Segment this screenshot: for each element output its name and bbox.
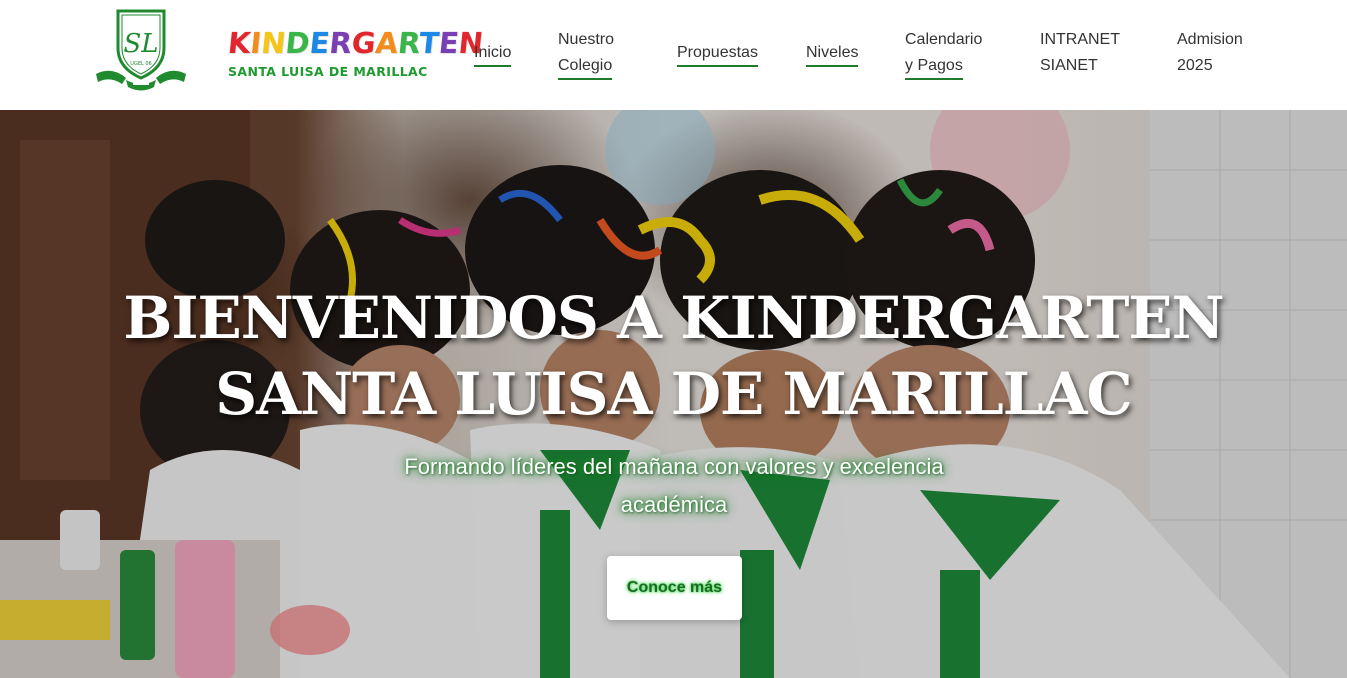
crest-ugel: UGEL 06 (130, 61, 151, 67)
brand-subtitle: SANTA LUISA DE MARILLAC (228, 64, 428, 79)
school-crest-logo[interactable]: SL UGEL 06 (92, 8, 190, 92)
nav-inicio[interactable]: Inicio (474, 40, 512, 67)
nav-admision-line2: 2025 (1177, 57, 1213, 74)
hero-banner: BIENVENIDOS A KINDERGARTEN SANTA LUISA D… (0, 110, 1347, 678)
site-header: SL UGEL 06 KINDERGARTEN SANTA LUISA DE M… (0, 0, 1347, 110)
nav-niveles[interactable]: Niveles (806, 40, 859, 67)
nav-intranet-line1: INTRANET (1040, 31, 1120, 48)
brand-letter: D (283, 26, 312, 60)
nav-niveles-label: Niveles (806, 41, 859, 67)
nav-nuestro-colegio-line2: Colegio (558, 54, 613, 80)
nav-propuestas-label: Propuestas (677, 41, 758, 67)
nav-nuestro-colegio-line1: Nuestro (558, 31, 615, 48)
nav-inicio-label: Inicio (474, 41, 512, 67)
brand-letter: N (259, 26, 288, 60)
nav-propuestas[interactable]: Propuestas (677, 40, 758, 67)
nav-intranet-line2: SIANET (1040, 57, 1098, 74)
nav-calendario-line2: y Pagos (905, 54, 963, 80)
crest-initials: SL (123, 29, 158, 59)
nav-calendario-pagos[interactable]: Calendario y Pagos (905, 27, 982, 80)
nav-calendario-line1: Calendario (905, 31, 983, 48)
nav-admision-2025[interactable]: Admision 2025 (1177, 27, 1243, 79)
kindergarten-brand-logo[interactable]: KINDERGARTEN SANTA LUISA DE MARILLAC (226, 26, 485, 86)
conoce-mas-button[interactable]: Conoce más (607, 556, 742, 620)
brand-wordmark: KINDERGARTEN (226, 26, 485, 60)
nav-admision-line1: Admision (1177, 31, 1243, 48)
nav-intranet-sianet[interactable]: INTRANET SIANET (1040, 27, 1120, 79)
hero-subtitle: Formando líderes del mañana con valores … (404, 454, 944, 517)
hero-title: BIENVENIDOS A KINDERGARTEN SANTA LUISA D… (123, 284, 1224, 428)
nav-nuestro-colegio[interactable]: Nuestro Colegio (558, 27, 614, 80)
